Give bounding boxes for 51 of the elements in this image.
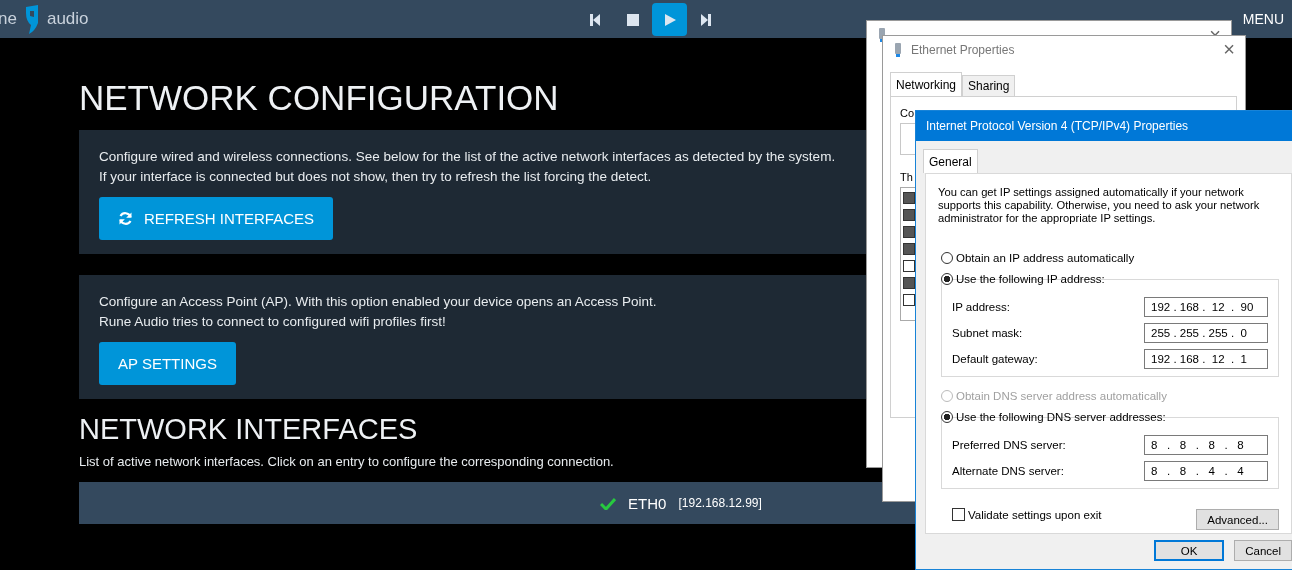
tab[interactable]: Networking (890, 72, 963, 96)
field-label: Alternate DNS server: (952, 465, 1064, 477)
checkbox[interactable] (903, 277, 915, 289)
field-label: Preferred DNS server: (952, 439, 1066, 451)
validate-checkbox[interactable]: Validate settings upon exit (952, 508, 1102, 521)
field-label: Subnet mask: (952, 327, 1023, 339)
ip-field[interactable]: 8 . 8 . 8 . 8 (1144, 435, 1268, 455)
field-label: Th (900, 171, 913, 183)
cancel-button[interactable]: Cancel (1234, 540, 1292, 561)
ok-button[interactable]: OK (1154, 540, 1225, 561)
section-text: List of active network interfaces. Click on an entry to configure the corresponding connection. (79, 453, 614, 471)
window-title: Ethernet Properties (911, 43, 1015, 57)
section-title: NETWORK INTERFACES (79, 412, 418, 446)
window-title: Internet Protocol Version 4 (TCP/IPv4) Properties (916, 111, 1292, 141)
radio-option[interactable]: Use the following IP address: (941, 268, 1279, 289)
ip-field[interactable]: 192 . 168 . 12 . 1 (1144, 349, 1268, 369)
field-label: Co (900, 107, 915, 119)
checkbox[interactable] (903, 243, 915, 255)
checkbox[interactable] (903, 260, 915, 272)
ip-field[interactable]: 255 . 255 . 255 . 0 (1144, 323, 1268, 343)
field-label: Default gateway: (952, 353, 1038, 365)
ip-field[interactable]: 192 . 168 . 12 . 90 (1144, 297, 1268, 317)
radio-option[interactable]: Obtain an IP address automatically (941, 247, 1279, 268)
close-button[interactable]: × (1223, 38, 1235, 61)
interface-address: [192.168.12.99] (678, 496, 762, 510)
menu-button[interactable]: MENU (1242, 11, 1284, 27)
panel-text: Configure wired and wireless connections. See below for the list of the active network interfaces as detected by the system. (99, 148, 836, 166)
intro-text: You can get IP settings assigned automatically if your network supports this capability. Otherwise, you need to ask your network administrator for the appropriate IP settings. (938, 186, 1261, 225)
checkbox[interactable] (903, 294, 915, 306)
panel-text: If your interface is connected but does not show, then try to refresh the list forcing the detect. (99, 168, 652, 186)
page-title: NETWORK CONFIGURATION (79, 78, 559, 118)
advanced-button[interactable]: Advanced... (1196, 509, 1279, 530)
next-icon (699, 12, 714, 27)
refresh-icon (118, 211, 133, 226)
tab[interactable]: General (923, 149, 978, 173)
checkbox[interactable] (903, 209, 915, 221)
checkbox[interactable] (903, 192, 915, 204)
panel-text: Configure an Access Point (AP). With this option enabled your device opens an Access Point. (99, 293, 657, 311)
radio-option[interactable]: Use the following DNS server addresses: (941, 406, 1279, 427)
previous-icon (588, 12, 603, 27)
stop-icon (625, 12, 640, 27)
ip-field[interactable]: 8 . 8 . 4 . 4 (1144, 461, 1268, 481)
play-icon (662, 12, 677, 27)
logo-text: ne (0, 9, 17, 29)
logo-text: audio (46, 9, 89, 29)
tab[interactable]: Sharing (962, 75, 1016, 96)
panel-text: Rune Audio tries to connect to configured wifi profiles first! (99, 313, 446, 331)
checkbox[interactable] (903, 226, 915, 238)
field-label: IP address: (952, 301, 1010, 313)
interface-name: ETH0 (628, 494, 667, 512)
network-adapter-icon (893, 42, 903, 58)
